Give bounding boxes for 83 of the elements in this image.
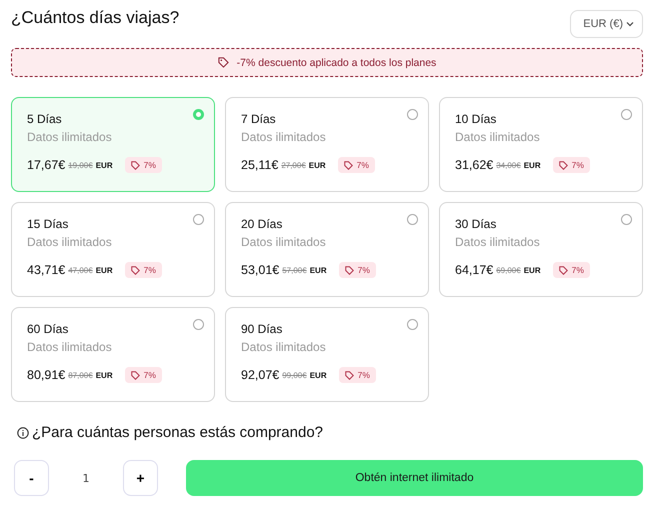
old-price: 47,00€	[68, 266, 93, 274]
radio-button[interactable]	[193, 319, 204, 330]
plan-duration: 15 Días	[27, 217, 70, 231]
plan-data: Datos ilimitados	[241, 130, 327, 144]
question-text: ¿Para cuántas personas estás comprando?	[32, 424, 323, 441]
info-icon	[17, 426, 29, 438]
banner-text: -7% descuento aplicado a todos los planes	[236, 56, 436, 68]
plan-duration: 90 Días	[241, 322, 284, 336]
plan-data: Datos ilimitados	[27, 340, 113, 354]
old-price: 57,00€	[282, 266, 307, 274]
plan-card[interactable]: 20 Días Datos ilimitados 53,01€ 57,00€ EUR 7%	[225, 202, 429, 297]
radio-button[interactable]	[621, 214, 632, 225]
tag-icon	[130, 370, 140, 380]
plan-card[interactable]: 30 Días Datos ilimitados 64,17€ 69,00€ EUR 7%	[439, 202, 643, 297]
tag-icon	[130, 160, 140, 170]
plan-card[interactable]: 5 Días Datos ilimitados 17,67€ 19,00€ EUR 7%	[11, 97, 215, 192]
currency-code: EUR	[96, 160, 113, 170]
plan-price: 31,62€	[455, 158, 494, 172]
currency-code: EUR	[96, 266, 113, 274]
tag-icon	[218, 57, 229, 68]
discount-badge: 7%	[338, 367, 376, 383]
old-price: 87,00€	[68, 370, 93, 380]
discount-badge: 7%	[124, 262, 162, 278]
tag-icon	[344, 266, 354, 274]
plan-price: 53,01€	[241, 263, 280, 277]
plan-duration: 60 Días	[27, 322, 70, 336]
radio-button[interactable]	[621, 109, 632, 120]
currency-code: EUR	[310, 266, 327, 274]
currency-code: EUR	[308, 160, 326, 170]
plan-card[interactable]: 15 Días Datos ilimitados 43,71€ 47,00€ EUR 7%	[11, 202, 215, 297]
plan-price: 64,17€	[455, 263, 494, 277]
old-price: 34,00€	[496, 160, 521, 170]
discount-badge: 7%	[338, 262, 376, 278]
currency-code: EUR	[96, 370, 113, 380]
currency-code: EUR	[524, 266, 541, 274]
old-price: 27,00€	[281, 160, 306, 170]
plan-data: Datos ilimitados	[455, 130, 541, 144]
plan-price: 17,67€	[27, 158, 66, 172]
plan-price: 43,71€	[27, 263, 66, 277]
currency-code: EUR	[524, 160, 541, 170]
plan-data: Datos ilimitados	[27, 130, 113, 144]
plan-data: Datos ilimitados	[27, 235, 113, 249]
section-title: ¿Cuántos días viajas?	[11, 8, 180, 28]
purchase-button[interactable]: Obtén internet ilimitado	[186, 460, 643, 496]
currency-dropdown[interactable]: EUR (€)	[570, 10, 643, 38]
plan-price: 92,07€	[241, 368, 280, 382]
plan-card[interactable]: 60 Días Datos ilimitados 80,91€ 87,00€ EUR 7%	[11, 307, 215, 402]
tag-icon	[558, 160, 568, 170]
quantity-value: 1	[82, 472, 90, 484]
plan-data: Datos ilimitados	[241, 235, 327, 249]
plan-price: 80,91€	[27, 368, 66, 382]
decrease-button[interactable]: -	[14, 460, 49, 496]
radio-button[interactable]	[407, 319, 418, 330]
old-price: 19,00€	[68, 160, 93, 170]
discount-badge: 7%	[124, 367, 162, 383]
discount-badge: 7%	[124, 157, 162, 173]
old-price: 99,00€	[282, 370, 307, 380]
tag-icon	[344, 370, 354, 380]
radio-button[interactable]	[407, 109, 418, 120]
increase-button[interactable]: +	[123, 460, 158, 496]
plan-data: Datos ilimitados	[455, 235, 541, 249]
plan-price: 25,11€	[241, 158, 278, 172]
plan-duration: 7 Días	[241, 112, 277, 126]
discount-badge: 7%	[552, 157, 590, 173]
plan-duration: 20 Días	[241, 217, 284, 231]
plan-duration: 5 Días	[27, 112, 63, 126]
currency-code: EUR	[310, 370, 327, 380]
plan-card[interactable]: 10 Días Datos ilimitados 31,62€ 34,00€ EUR 7%	[439, 97, 643, 192]
plan-card[interactable]: 90 Días Datos ilimitados 92,07€ 99,00€ EUR 7%	[225, 307, 429, 402]
tag-icon	[130, 266, 140, 274]
plan-duration: 10 Días	[455, 112, 498, 126]
discount-badge: 7%	[552, 262, 590, 278]
tag-icon	[344, 160, 353, 170]
tag-icon	[558, 266, 568, 274]
plan-card[interactable]: 7 Días Datos ilimitados 25,11€ 27,00€ EUR 7%	[225, 97, 429, 192]
chevron-down-icon	[626, 21, 634, 27]
plan-duration: 30 Días	[455, 217, 498, 231]
radio-button[interactable]	[407, 214, 418, 225]
plan-data: Datos ilimitados	[241, 340, 327, 354]
radio-button[interactable]	[193, 214, 204, 225]
discount-badge: 7%	[338, 157, 375, 173]
old-price: 69,00€	[496, 266, 521, 274]
radio-button[interactable]	[193, 109, 204, 120]
